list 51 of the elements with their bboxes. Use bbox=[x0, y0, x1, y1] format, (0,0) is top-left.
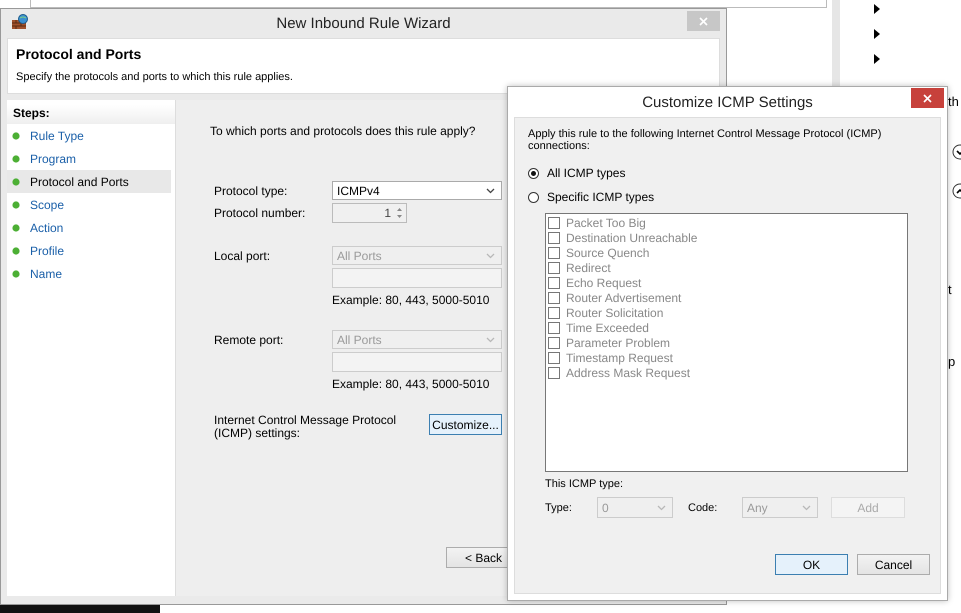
arrow-icon bbox=[874, 29, 880, 39]
chevron-down-icon bbox=[802, 504, 811, 510]
pane-text: th bbox=[948, 94, 959, 109]
section-label: This ICMP type: bbox=[545, 478, 624, 490]
field-label: Internet Control Message Protocol (ICMP) settings: bbox=[214, 414, 398, 440]
radio-option[interactable]: All ICMP types bbox=[528, 162, 940, 184]
step-item[interactable]: Profile bbox=[7, 239, 171, 262]
bullet-icon bbox=[12, 224, 20, 232]
step-item[interactable]: Protocol and Ports bbox=[7, 170, 171, 193]
page-description: Specify the protocols and ports to which this rule applies. bbox=[16, 71, 294, 83]
firewall-icon bbox=[11, 14, 29, 30]
chevron-down-icon bbox=[486, 188, 495, 194]
ok-button[interactable]: OK bbox=[775, 554, 848, 575]
question-text: To which ports and protocols does this rule apply? bbox=[210, 124, 476, 138]
bullet-icon bbox=[12, 178, 20, 186]
bullet-icon bbox=[12, 200, 20, 208]
radio-option[interactable]: Specific ICMP types bbox=[528, 186, 940, 208]
field-label: Code: bbox=[688, 502, 718, 514]
cancel-button[interactable]: Cancel bbox=[857, 554, 930, 575]
dropdown[interactable]: ICMPv4 bbox=[332, 181, 502, 200]
step-item[interactable]: Program bbox=[7, 147, 171, 170]
close-icon bbox=[699, 16, 708, 26]
pane-text: t bbox=[948, 282, 952, 297]
customize-button[interactable]: Customize... bbox=[429, 414, 502, 435]
pane-text: p bbox=[948, 354, 956, 369]
step-item[interactable]: Action bbox=[7, 216, 171, 239]
bullet-icon bbox=[12, 132, 20, 140]
page-heading: Protocol and Ports bbox=[16, 46, 142, 62]
bullet-icon bbox=[12, 246, 20, 254]
chevron-down-icon bbox=[486, 252, 495, 258]
arrow-icon bbox=[874, 54, 880, 64]
chevron-down-icon bbox=[657, 504, 666, 510]
window-title: New Inbound Rule Wizard bbox=[275, 15, 452, 32]
close-button[interactable] bbox=[911, 88, 944, 108]
field-label: Remote port: bbox=[214, 332, 284, 346]
example-text: Example: 80, 443, 5000-5010 bbox=[332, 376, 490, 391]
step-item[interactable]: Rule Type bbox=[7, 124, 171, 147]
example-text: Example: 80, 443, 5000-5010 bbox=[332, 292, 490, 307]
field-label: Protocol type: bbox=[214, 184, 288, 198]
arrow-icon bbox=[874, 4, 880, 14]
field-label: Type: bbox=[545, 502, 573, 514]
dialog-title: Customize ICMP Settings bbox=[641, 94, 814, 110]
step-item[interactable]: Scope bbox=[7, 193, 171, 216]
close-icon bbox=[923, 94, 932, 102]
chevron-down-icon bbox=[486, 336, 495, 342]
intro-text: Apply this rule to the following Internet Control Message Protocol (ICMP) connections: bbox=[528, 128, 882, 152]
field-label: Local port: bbox=[214, 248, 272, 262]
bullet-icon bbox=[12, 154, 20, 162]
bullet-icon bbox=[12, 270, 20, 278]
step-item[interactable]: Name bbox=[7, 262, 171, 285]
field-label: Protocol number: bbox=[214, 206, 306, 220]
